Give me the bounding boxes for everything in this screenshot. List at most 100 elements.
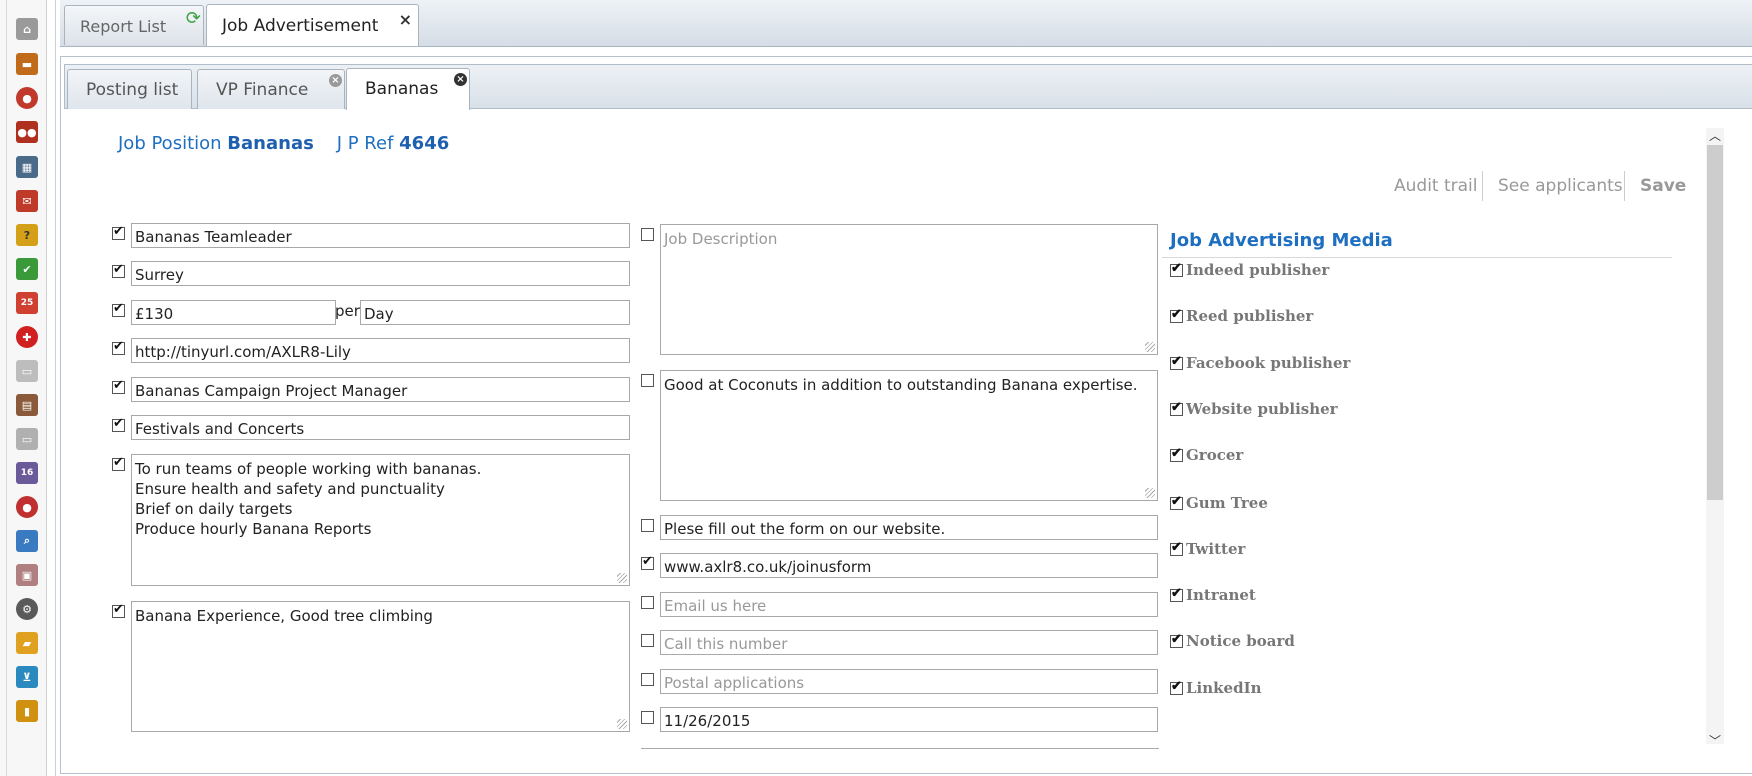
job-description-placeholder: Job Description (664, 230, 778, 248)
users-group-icon[interactable]: ●● (16, 121, 38, 143)
job-description-textarea[interactable]: Job Description (660, 224, 1158, 355)
save-button[interactable]: Save (1640, 176, 1686, 196)
media-checkbox[interactable] (1170, 448, 1183, 462)
close-icon[interactable]: × (454, 73, 467, 86)
location-checkbox[interactable] (112, 265, 125, 278)
resize-handle[interactable] (617, 573, 627, 583)
media-checkbox[interactable] (1170, 356, 1183, 370)
tab-vp-finance[interactable]: VP Finance × (197, 69, 345, 109)
apply-instructions-checkbox[interactable] (641, 519, 654, 532)
salary-field[interactable]: £130 (131, 300, 336, 325)
close-icon[interactable]: × (399, 10, 412, 29)
media-item[interactable]: Intranet (1170, 585, 1256, 604)
job-title-field[interactable]: Bananas Teamleader (131, 223, 630, 248)
refresh-icon[interactable]: ⟳ (186, 8, 201, 29)
location-field[interactable]: Surrey (131, 261, 630, 286)
department-field[interactable]: Festivals and Concerts (131, 415, 630, 440)
apply-url-checkbox[interactable] (641, 557, 654, 570)
media-checkbox[interactable] (1170, 588, 1183, 602)
media-item[interactable]: Grocer (1170, 445, 1243, 464)
reports-to-field[interactable]: Bananas Campaign Project Manager (131, 377, 630, 402)
gear-icon[interactable]: ⚙ (16, 598, 38, 620)
search-icon[interactable]: ⌕ (16, 530, 38, 552)
email-checkbox[interactable] (641, 596, 654, 609)
folder-icon[interactable]: ▭ (16, 428, 38, 450)
media-item[interactable]: Website publisher (1170, 399, 1338, 418)
url-checkbox[interactable] (112, 342, 125, 355)
scroll-up-arrow[interactable]: ︿ (1709, 127, 1721, 144)
department-checkbox[interactable] (112, 419, 125, 432)
closing-date-checkbox[interactable] (641, 711, 654, 724)
salary-period-field[interactable]: Day (360, 300, 630, 325)
responsibilities-checkbox[interactable] (112, 458, 125, 471)
apply-url-field[interactable]: www.axlr8.co.uk/joinusform (660, 553, 1158, 578)
url-field[interactable]: http://tinyurl.com/AXLR8-Lily (131, 338, 630, 363)
close-icon[interactable]: × (329, 74, 342, 87)
media-checkbox[interactable] (1170, 402, 1183, 416)
ticket-icon[interactable]: ? (16, 224, 38, 246)
resize-handle[interactable] (1145, 342, 1155, 352)
tab-job-advertisement-label: Job Advertisement (222, 16, 379, 36)
media-item[interactable]: Notice board (1170, 631, 1295, 650)
tab-posting-list-label: Posting list (86, 80, 179, 100)
resize-handle[interactable] (1145, 488, 1155, 498)
apply-instructions-field[interactable]: Plese fill out the form on our website. (660, 515, 1158, 540)
postal-field[interactable]: Postal applications (660, 669, 1158, 694)
folder-grey-icon[interactable]: ▭ (16, 360, 38, 382)
user-admin-icon[interactable]: ● (16, 496, 38, 518)
experience-textarea[interactable]: Banana Experience, Good tree climbing (131, 601, 630, 732)
audit-trail-link[interactable]: Audit trail (1394, 176, 1478, 196)
medical-cross-icon[interactable]: ✚ (16, 326, 38, 348)
job-header: Job Position Bananas J P Ref 4646 (118, 133, 449, 154)
book-icon[interactable]: ▤ (16, 394, 38, 416)
scroll-down-arrow[interactable]: ﹀ (1709, 732, 1721, 749)
resize-handle[interactable] (617, 719, 627, 729)
media-label: Facebook publisher (1186, 354, 1351, 372)
media-checkbox[interactable] (1170, 681, 1183, 695)
responsibilities-textarea[interactable]: To run teams of people working with bana… (131, 454, 630, 586)
user-icon[interactable]: ● (16, 87, 38, 109)
scrollbar-thumb[interactable] (1707, 145, 1723, 500)
open-folder-icon[interactable]: ▰ (16, 632, 38, 654)
calendar-16-icon[interactable]: 16 (16, 462, 38, 484)
tab-bananas[interactable]: Bananas × (346, 68, 470, 110)
media-checkbox[interactable] (1170, 263, 1183, 277)
calendar-icon[interactable]: 25 (16, 292, 38, 314)
title-checkbox[interactable] (112, 227, 125, 240)
postal-checkbox[interactable] (641, 673, 654, 686)
briefcase-icon[interactable]: ▬ (16, 53, 38, 75)
phone-field[interactable]: Call this number (660, 630, 1158, 655)
job-description-checkbox[interactable] (641, 228, 654, 241)
layout-icon[interactable]: ▦ (16, 156, 38, 178)
media-item[interactable]: Facebook publisher (1170, 353, 1350, 372)
phone-checkbox[interactable] (641, 634, 654, 647)
tab-job-advertisement[interactable]: Job Advertisement × (206, 4, 419, 46)
checklist-icon[interactable]: ✔ (16, 258, 38, 280)
tab-posting-list[interactable]: Posting list (67, 69, 192, 109)
experience-checkbox[interactable] (112, 605, 125, 618)
media-item[interactable]: Reed publisher (1170, 306, 1313, 325)
lock-icon[interactable]: ▮ (16, 700, 38, 722)
requirements-textarea[interactable]: Good at Coconuts in addition to outstand… (660, 370, 1158, 501)
media-checkbox[interactable] (1170, 496, 1183, 510)
reports-to-checkbox[interactable] (112, 381, 125, 394)
media-item[interactable]: LinkedIn (1170, 678, 1262, 697)
id-card-icon[interactable]: ▣ (16, 564, 38, 586)
media-checkbox[interactable] (1170, 634, 1183, 648)
closing-date-field[interactable]: 11/26/2015 (660, 707, 1158, 732)
cart-icon[interactable]: ⊻ (16, 666, 38, 688)
media-checkbox[interactable] (1170, 542, 1183, 556)
requirements-checkbox[interactable] (641, 374, 654, 387)
salary-checkbox[interactable] (112, 304, 125, 317)
mail-icon[interactable]: ✉ (16, 190, 38, 212)
tab-report-list[interactable]: Report List ⟳ (64, 5, 204, 45)
media-checkbox[interactable] (1170, 309, 1183, 323)
media-item[interactable]: Gum Tree (1170, 493, 1268, 512)
action-divider (1482, 171, 1483, 201)
media-title: Job Advertising Media (1170, 230, 1393, 251)
media-item[interactable]: Twitter (1170, 539, 1245, 558)
email-field[interactable]: Email us here (660, 592, 1158, 617)
see-applicants-link[interactable]: See applicants (1498, 176, 1623, 196)
media-item[interactable]: Indeed publisher (1170, 260, 1329, 279)
bank-icon[interactable]: ⌂ (16, 18, 38, 40)
